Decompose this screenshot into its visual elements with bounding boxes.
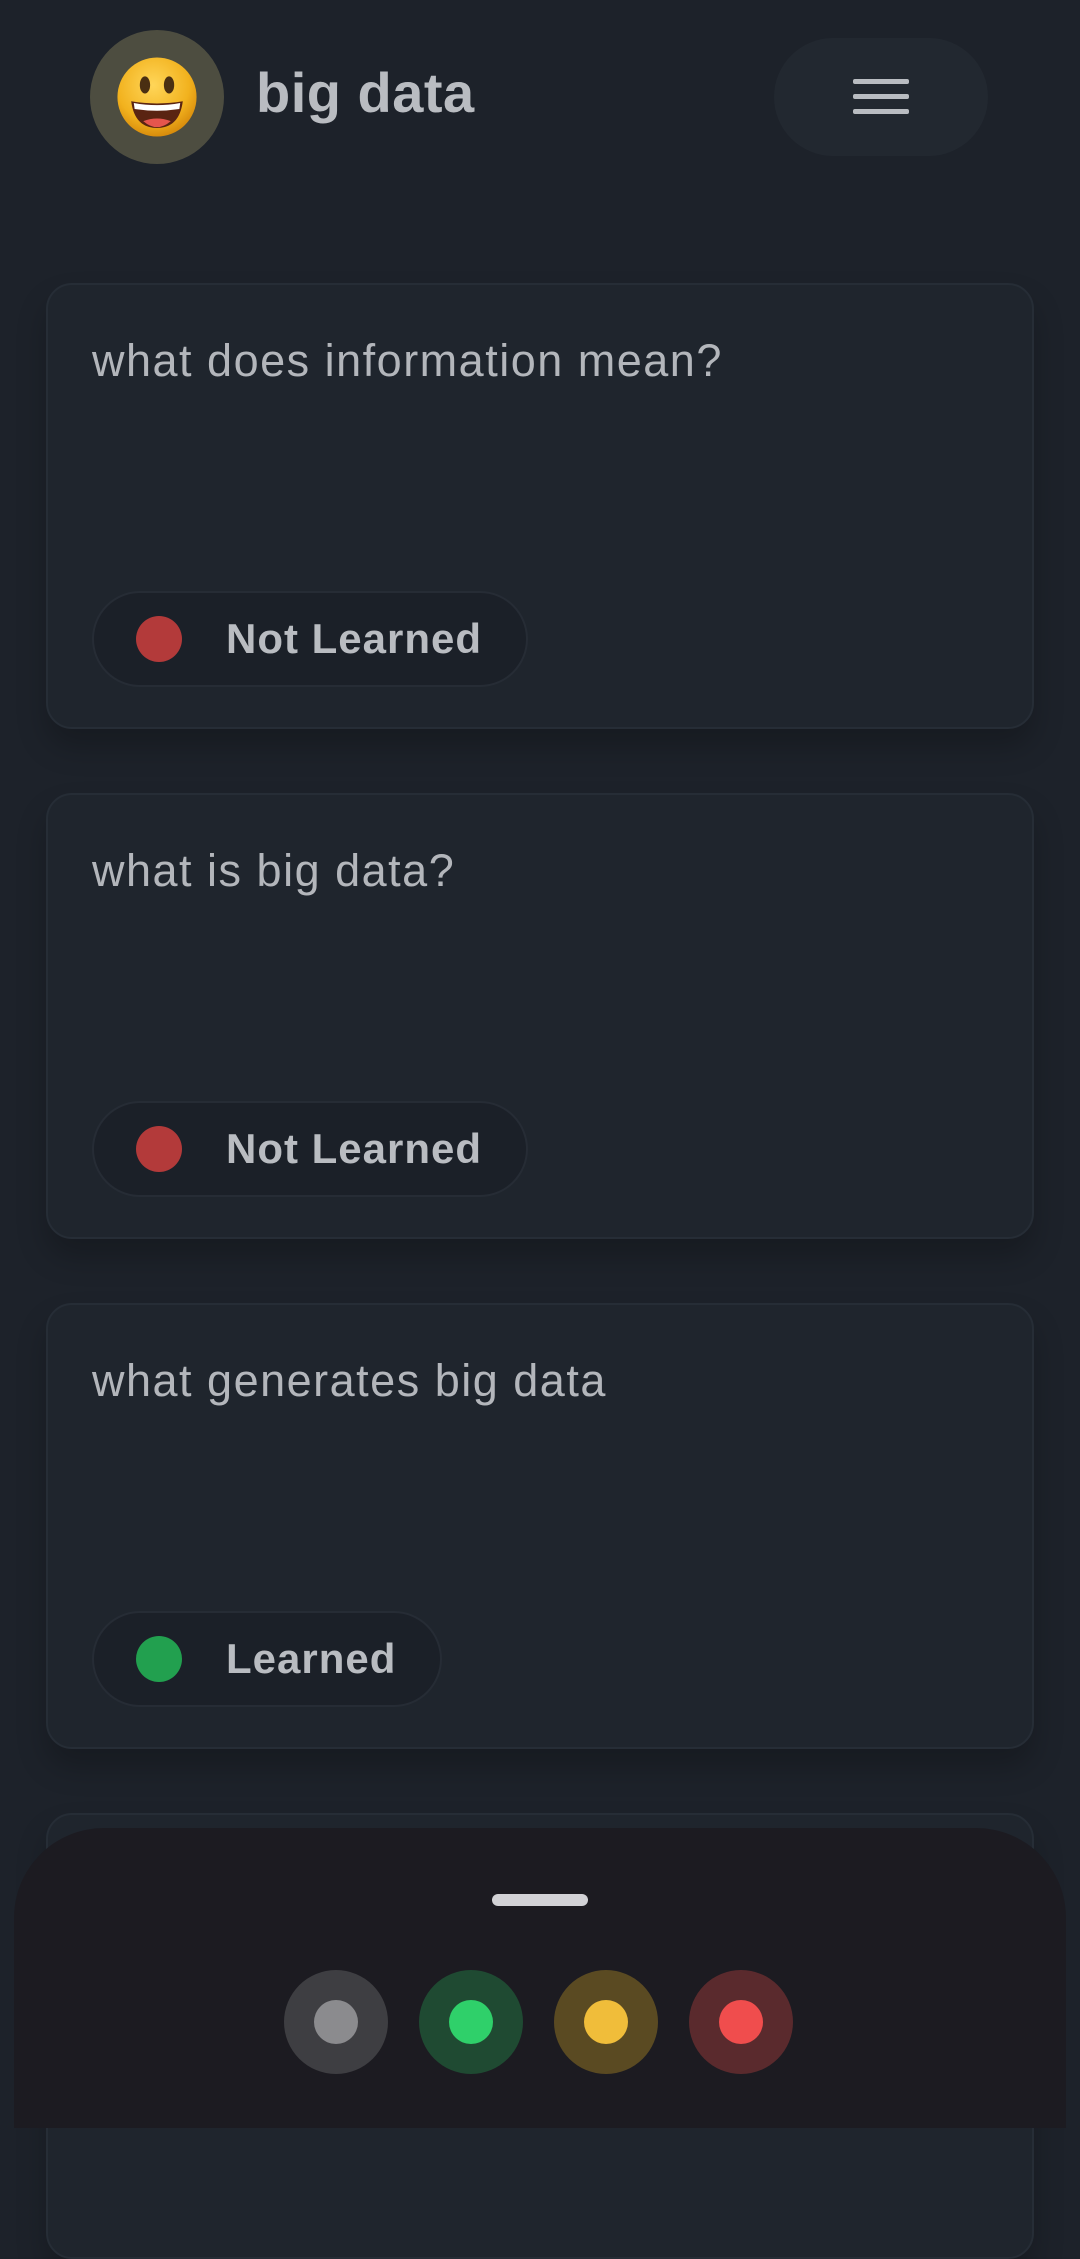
avatar[interactable]: [90, 30, 224, 164]
card-question: what generates big data: [92, 1355, 607, 1406]
bottom-sheet: [14, 1828, 1066, 2128]
filter-all-button[interactable]: [284, 1970, 388, 2074]
filter-in-progress-button[interactable]: [554, 1970, 658, 2074]
flashcard[interactable]: what generates big data Learned: [46, 1303, 1034, 1749]
app-header: big data: [0, 0, 1080, 200]
status-label: Not Learned: [226, 615, 483, 662]
status-badge[interactable]: Learned: [92, 1611, 443, 1707]
green-dot-icon: [449, 2000, 493, 2044]
status-dot-icon: [136, 616, 182, 662]
gray-dot-icon: [314, 2000, 358, 2044]
status-label: Learned: [226, 1635, 397, 1682]
yellow-dot-icon: [584, 2000, 628, 2044]
status-dot-icon: [136, 1636, 182, 1682]
menu-button[interactable]: [774, 38, 988, 156]
flashcard[interactable]: what is big data? Not Learned: [46, 793, 1034, 1239]
flashcard[interactable]: what does information mean? Not Learned: [46, 283, 1034, 729]
status-dot-icon: [136, 1126, 182, 1172]
smiley-emoji-icon: [117, 57, 197, 137]
page-title: big data: [256, 61, 475, 124]
drag-handle[interactable]: [492, 1894, 588, 1906]
card-question: what does information mean?: [92, 335, 723, 386]
status-badge[interactable]: Not Learned: [92, 591, 529, 687]
status-label: Not Learned: [226, 1125, 483, 1172]
red-dot-icon: [719, 2000, 763, 2044]
card-question: what is big data?: [92, 845, 456, 896]
filter-learned-button[interactable]: [419, 1970, 523, 2074]
hamburger-menu-icon: [853, 79, 909, 114]
filter-not-learned-button[interactable]: [689, 1970, 793, 2074]
status-badge[interactable]: Not Learned: [92, 1101, 529, 1197]
